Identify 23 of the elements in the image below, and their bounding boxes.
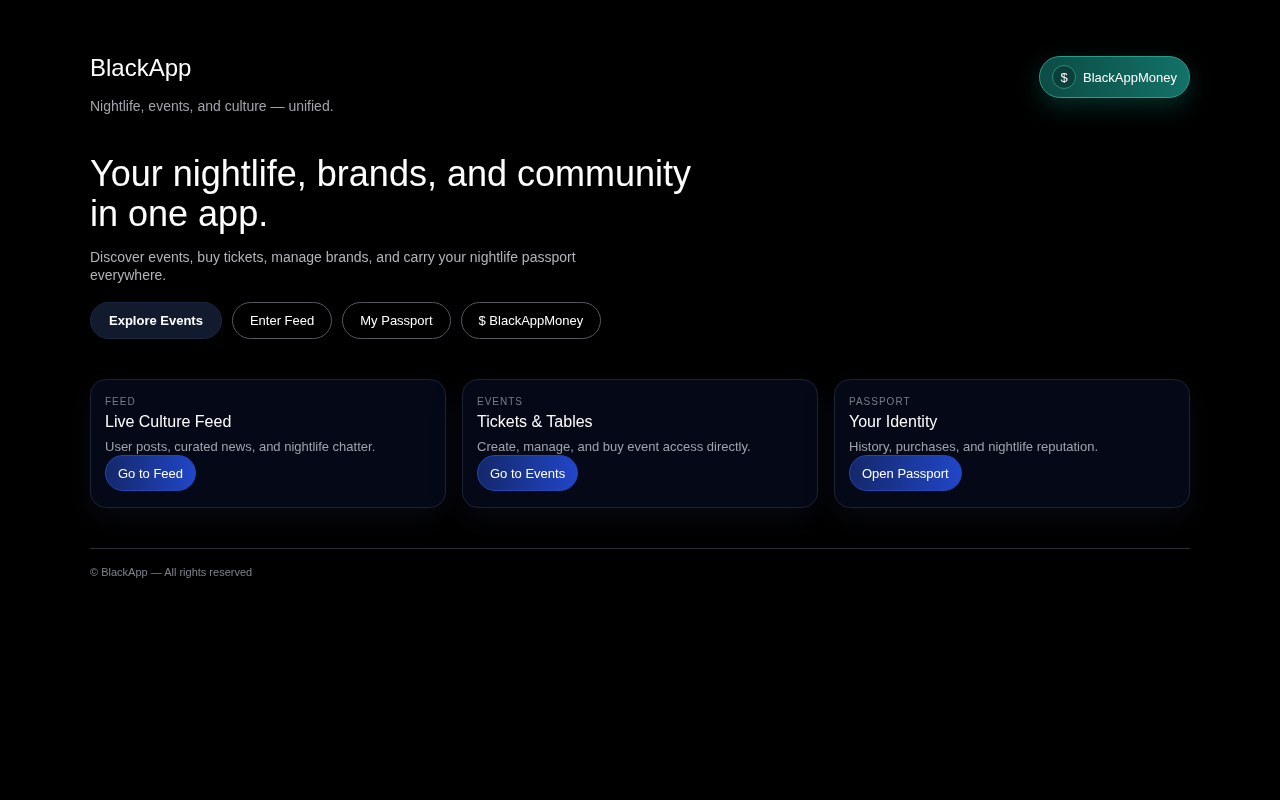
action-button[interactable]: My Passport — [342, 302, 451, 339]
wallet-button[interactable]: $ BlackAppMoney — [1039, 56, 1190, 98]
tagline: Nightlife, events, and culture — unified. — [90, 98, 334, 114]
action-button[interactable]: $ BlackAppMoney — [460, 302, 602, 339]
card-button[interactable]: Open Passport — [849, 455, 962, 491]
action-button[interactable]: Explore Events — [90, 302, 222, 339]
card-eyebrow: FEED — [105, 396, 137, 407]
footer-text: © BlackApp — All rights reserved — [90, 566, 254, 578]
card-description: Create, manage, and buy event access directly. — [477, 439, 752, 454]
dollar-icon: $ — [1052, 65, 1077, 89]
hero-headline: Your nightlife, brands, and community in one app. — [90, 154, 692, 234]
card-description: User posts, curated news, and nightlife chatter. — [105, 439, 377, 454]
card-eyebrow: EVENTS — [477, 396, 524, 407]
card-button[interactable]: Go to Events — [477, 455, 579, 491]
card-description: History, purchases, and nightlife reputation. — [849, 439, 1100, 454]
card-title: Tickets & Tables — [477, 413, 594, 431]
hero-description: Discover events, buy tickets, manage brands, and carry your nightlife passport everywhere. — [90, 248, 577, 284]
card-button[interactable]: Go to Feed — [105, 455, 197, 491]
card-title: Live Culture Feed — [105, 413, 233, 431]
app-title: BlackApp — [90, 56, 193, 80]
action-button[interactable]: Enter Feed — [231, 302, 333, 339]
card-title: Your Identity — [849, 413, 939, 431]
card-eyebrow: PASSPORT — [849, 396, 912, 407]
